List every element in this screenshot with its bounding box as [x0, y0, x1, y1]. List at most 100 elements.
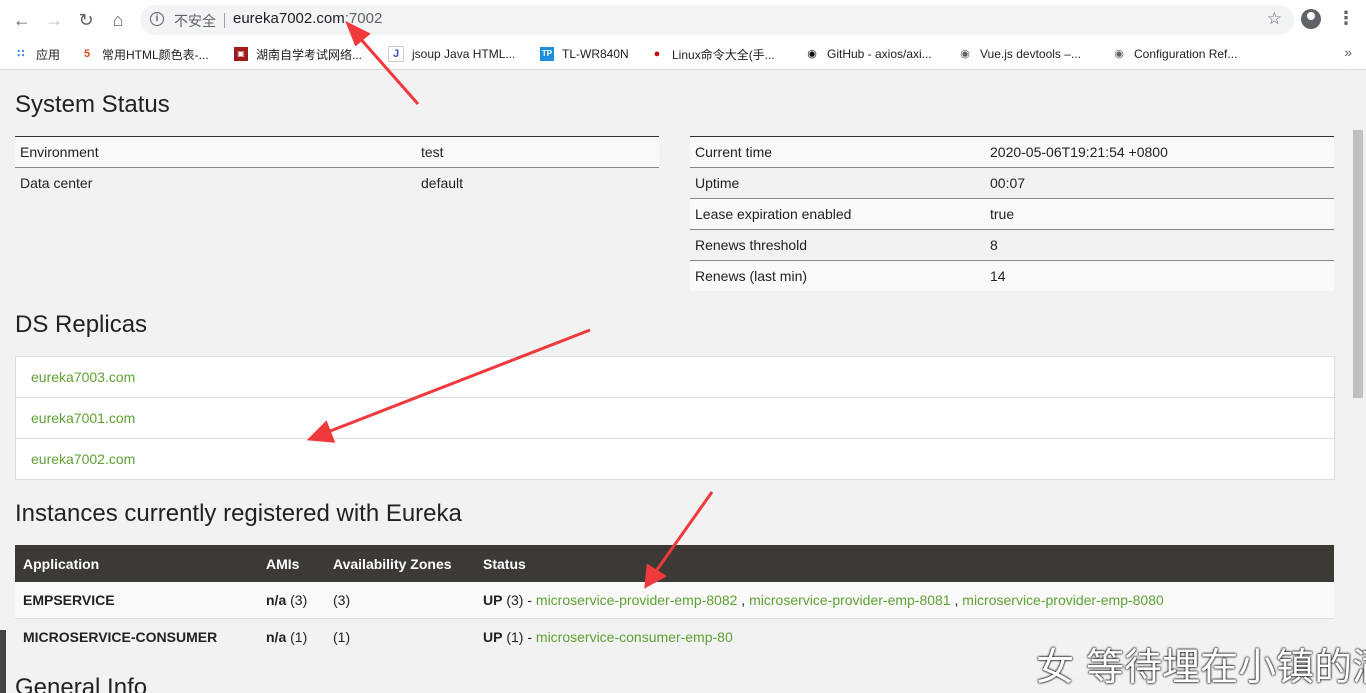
bookmark-star-icon[interactable]: ☆ — [1267, 9, 1282, 29]
reload-icon[interactable]: ↻ — [74, 8, 98, 32]
amis-count: (1) — [290, 629, 308, 645]
instance-link[interactable]: microservice-provider-emp-8080 — [962, 592, 1164, 608]
bookmarks-overflow-icon[interactable]: » — [1344, 44, 1352, 60]
globe-icon: ◉ — [960, 48, 970, 60]
status-key: Current time — [690, 136, 985, 168]
system-status-title: System Status — [15, 91, 170, 118]
url-text[interactable]: eureka7002.com:7002 — [233, 10, 382, 27]
status-count: (3) - — [506, 592, 533, 608]
bookmark-item[interactable]: ● Linux命令大全(手... — [650, 45, 775, 63]
status-up: UP — [483, 629, 503, 645]
account-icon[interactable] — [1301, 9, 1321, 29]
github-icon: ◉ — [807, 48, 817, 60]
zones-cell: (1) — [325, 618, 475, 655]
application-name: MICROSERVICE-CONSUMER — [15, 618, 258, 655]
status-value: default — [416, 167, 659, 198]
bookmark-label: 应用 — [36, 47, 61, 62]
security-label: 不安全 — [174, 13, 216, 29]
bookmark-item[interactable]: ◉ Configuration Ref... — [1112, 45, 1237, 63]
column-header: Application — [15, 545, 258, 582]
replica-link[interactable]: eureka7003.com — [16, 357, 1334, 398]
bookmark-item[interactable]: ∷ 应用 — [14, 45, 60, 63]
forward-arrow-icon[interactable]: → — [42, 8, 66, 32]
system-status-right-table: Current time 2020-05-06T19:21:54 +0800 U… — [690, 136, 1334, 291]
instance-link[interactable]: microservice-provider-emp-8081 — [749, 592, 951, 608]
home-icon[interactable]: ⌂ — [106, 8, 130, 32]
status-cell: UP (3) - microservice-provider-emp-8082 … — [475, 582, 1334, 619]
table-row: Renews threshold 8 — [690, 229, 1334, 261]
menu-dots-icon[interactable]: ⋮ — [1337, 8, 1355, 29]
url-port: :7002 — [344, 10, 383, 27]
page-scrollbar[interactable] — [1350, 70, 1366, 693]
application-name: EMPSERVICE — [15, 582, 258, 619]
general-info-title: General Info — [15, 674, 148, 693]
status-key: Environment — [15, 136, 416, 168]
url-host: eureka7002.com — [233, 10, 345, 27]
bookmark-label: 湖南自学考试网络... — [256, 47, 363, 62]
back-arrow-icon[interactable]: ← — [10, 8, 34, 32]
instances-title: Instances currently registered with Eure… — [15, 500, 462, 527]
bookmark-label: Linux命令大全(手... — [672, 47, 775, 62]
scrollbar-thumb[interactable] — [1353, 130, 1363, 398]
instance-link[interactable]: microservice-consumer-emp-80 — [536, 629, 733, 645]
column-header: Availability Zones — [325, 545, 475, 582]
browser-toolbar: ← → ↻ ⌂ i 不安全 eureka7002.com:7002 ☆ ⋮ — [0, 0, 1366, 40]
jsoup-icon: J — [388, 46, 404, 62]
site-icon: ▣ — [234, 47, 248, 61]
bookmark-label: Vue.js devtools –... — [980, 47, 1081, 61]
status-value: test — [416, 136, 659, 168]
status-key: Renews threshold — [690, 229, 985, 261]
table-row: Uptime 00:07 — [690, 167, 1334, 199]
status-value: 2020-05-06T19:21:54 +0800 — [985, 136, 1334, 168]
table-row: Environment test — [15, 136, 659, 168]
table-row: Renews (last min) 14 — [690, 260, 1334, 291]
bookmark-item[interactable]: TP TL-WR840N — [540, 45, 629, 63]
status-value: true — [985, 198, 1334, 230]
status-key: Data center — [15, 167, 416, 198]
bookmark-item[interactable]: ▣ 湖南自学考试网络... — [234, 45, 362, 63]
bookmark-item[interactable]: ◉ GitHub - axios/axi... — [805, 45, 932, 63]
amis-na: n/a — [266, 629, 287, 645]
info-icon[interactable]: i — [150, 12, 164, 26]
taskbar-edge — [0, 630, 6, 693]
system-status-left-table: Environment test Data center default — [15, 136, 659, 198]
zones-cell: (3) — [325, 582, 475, 619]
bookmark-label: jsoup Java HTML... — [412, 47, 516, 61]
amis-cell: n/a (1) — [258, 618, 325, 655]
status-key: Uptime — [690, 167, 985, 199]
status-value: 00:07 — [985, 167, 1334, 199]
replica-link[interactable]: eureka7001.com — [16, 398, 1334, 439]
table-row: Lease expiration enabled true — [690, 198, 1334, 230]
table-row: EMPSERVICE n/a (3) (3) UP (3) - microser… — [15, 582, 1334, 619]
tplink-icon: TP — [540, 47, 554, 61]
address-bar[interactable]: i 不安全 eureka7002.com:7002 ☆ — [140, 5, 1294, 35]
amis-na: n/a — [266, 592, 287, 608]
globe-icon: ◉ — [1114, 48, 1124, 60]
bookmark-label: TL-WR840N — [562, 47, 629, 61]
bookmarks-bar: ∷ 应用 5 常用HTML颜色表-... ▣ 湖南自学考试网络... J jso… — [0, 40, 1366, 70]
bookmark-label: Configuration Ref... — [1134, 47, 1238, 61]
table-row: Data center default — [15, 167, 659, 198]
status-value: 14 — [985, 260, 1334, 291]
bookmark-label: GitHub - axios/axi... — [827, 47, 932, 61]
replica-link[interactable]: eureka7002.com — [16, 439, 1334, 479]
watermark-text: 女 等待埋在小镇的满 — [1036, 645, 1366, 689]
status-up: UP — [483, 592, 503, 608]
html5-icon: 5 — [83, 48, 91, 60]
bookmark-item[interactable]: 5 常用HTML颜色表-... — [80, 45, 209, 63]
bookmark-item[interactable]: ◉ Vue.js devtools –... — [958, 45, 1081, 63]
address-separator — [224, 13, 225, 28]
column-header: Status — [475, 545, 1334, 582]
instance-link[interactable]: microservice-provider-emp-8082 — [536, 592, 738, 608]
bookmark-item[interactable]: J jsoup Java HTML... — [388, 45, 515, 63]
redhat-icon: ● — [653, 48, 661, 60]
ds-replicas-title: DS Replicas — [15, 311, 148, 338]
status-key: Renews (last min) — [690, 260, 985, 291]
status-count: (1) - — [506, 629, 533, 645]
page-content: System Status Environment test Data cent… — [0, 70, 1350, 693]
ds-replicas-list: eureka7003.com eureka7001.com eureka7002… — [15, 356, 1335, 480]
bookmark-label: 常用HTML颜色表-... — [102, 47, 209, 62]
status-key: Lease expiration enabled — [690, 198, 985, 230]
apps-grid-icon: ∷ — [17, 48, 25, 60]
status-value: 8 — [985, 229, 1334, 261]
